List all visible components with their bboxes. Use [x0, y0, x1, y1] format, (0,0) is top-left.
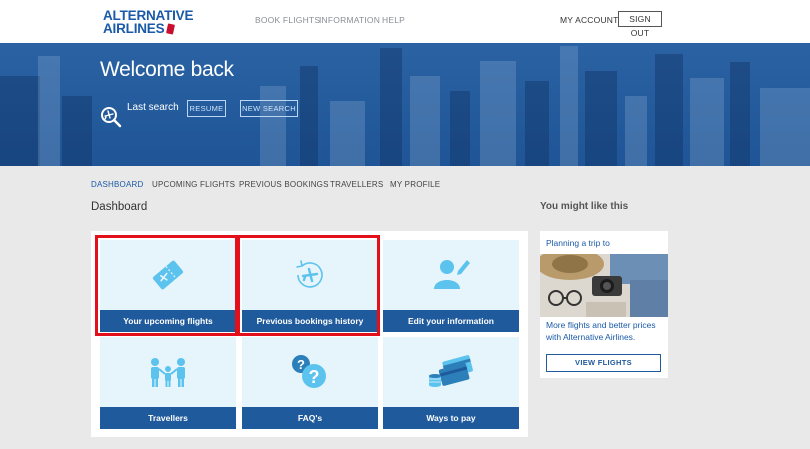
tile-label: Ways to pay: [383, 407, 519, 429]
tab-my-profile[interactable]: MY PROFILE: [390, 180, 440, 189]
tab-previous-bookings[interactable]: PREVIOUS BOOKINGS: [239, 180, 329, 189]
last-search-label: Last search: [127, 102, 179, 113]
question-bubbles-icon: ? ?: [242, 337, 378, 407]
promo-text: More flights and better prices with Alte…: [546, 320, 656, 342]
new-search-button[interactable]: NEW SEARCH: [240, 100, 298, 117]
tab-upcoming-flights[interactable]: UPCOMING FLIGHTS: [152, 180, 235, 189]
tab-travellers[interactable]: TRAVELLERS: [330, 180, 383, 189]
travel-flatlay-image: [540, 254, 668, 317]
highlight-box-previous: [237, 235, 380, 336]
search-plane-icon: [100, 106, 122, 128]
tile-faqs[interactable]: ? ? FAQ's: [242, 337, 378, 429]
brand-line-2: AIRLINES: [103, 21, 165, 36]
family-icon: [100, 337, 236, 407]
top-bar: ALTERNATIVE AIRLINES BOOK FLIGHTS INFORM…: [0, 0, 810, 43]
promo-card: Planning a trip to More flights and bett…: [540, 231, 668, 378]
luggage-tag-icon: [166, 23, 176, 35]
tile-label: Travellers: [100, 407, 236, 429]
tile-ways-to-pay[interactable]: Ways to pay: [383, 337, 519, 429]
sign-out-button[interactable]: SIGN OUT: [618, 11, 662, 38]
nav-information[interactable]: INFORMATION: [319, 15, 380, 25]
you-might-like-heading: You might like this: [540, 201, 629, 212]
resume-button[interactable]: RESUME: [187, 100, 226, 117]
brand-logo[interactable]: ALTERNATIVE AIRLINES: [103, 9, 193, 36]
user-edit-icon: [383, 240, 519, 310]
highlight-box-upcoming: [95, 235, 238, 336]
tile-label: Edit your information: [383, 310, 519, 332]
dashboard-heading: Dashboard: [91, 201, 148, 213]
view-flights-button[interactable]: VIEW FLIGHTS: [546, 354, 661, 372]
svg-text:?: ?: [309, 367, 320, 387]
my-account-link[interactable]: MY ACCOUNT: [560, 15, 619, 25]
nav-book-flights[interactable]: BOOK FLIGHTS: [255, 15, 320, 25]
tile-label: FAQ's: [242, 407, 378, 429]
promo-title[interactable]: Planning a trip to: [546, 238, 610, 248]
tile-edit-information[interactable]: Edit your information: [383, 240, 519, 332]
tab-dashboard[interactable]: DASHBOARD: [91, 180, 143, 189]
tile-travellers[interactable]: Travellers: [100, 337, 236, 429]
welcome-title: Welcome back: [100, 58, 234, 81]
nav-help[interactable]: HELP: [382, 15, 405, 25]
credit-cards-icon: [383, 337, 519, 407]
